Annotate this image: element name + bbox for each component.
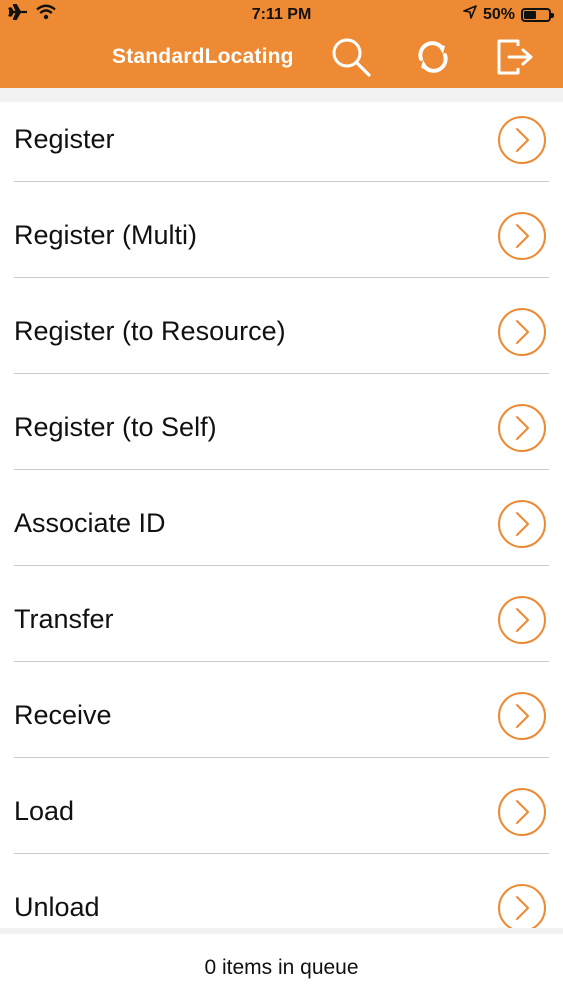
row-divider [14,277,549,278]
menu-item-label: Register [14,124,115,154]
status-bar: 7:11 PM 50% [0,0,563,30]
chevron-right-icon[interactable] [497,307,547,357]
header-spacer [0,88,563,102]
menu-item-label: Register (Multi) [14,220,198,250]
app-header: 7:11 PM 50% StandardLocating [0,0,563,88]
menu-item-label: Unload [14,892,100,922]
menu-item[interactable]: Register (to Self) [0,390,563,486]
menu-item-label: Associate ID [14,508,166,538]
menu-item-label: Register (to Resource) [14,316,286,346]
nav-bar: StandardLocating [0,30,563,88]
location-arrow-icon [463,5,477,24]
search-button[interactable] [328,36,374,82]
search-icon [330,36,372,83]
chevron-right-icon[interactable] [497,883,547,928]
menu-item[interactable]: Register (to Resource) [0,294,563,390]
menu-item[interactable]: Register [0,102,563,198]
menu-item[interactable]: Receive [0,678,563,774]
sync-button[interactable] [410,36,456,82]
chevron-right-icon[interactable] [497,787,547,837]
menu-item[interactable]: Load [0,774,563,870]
menu-item[interactable]: Associate ID [0,486,563,582]
app-title: StandardLocating [112,45,294,68]
chevron-right-icon[interactable] [497,211,547,261]
battery-icon [521,7,554,22]
row-divider [14,373,549,374]
logout-button[interactable] [492,36,538,82]
row-divider [14,565,549,566]
menu-item[interactable]: Unload [0,870,563,928]
row-divider [14,661,549,662]
menu-item[interactable]: Register (Multi) [0,198,563,294]
menu-item[interactable]: Transfer [0,582,563,678]
queue-status: 0 items in queue [204,956,359,979]
menu-item-label: Load [14,796,75,826]
battery-percent: 50% [482,5,515,23]
row-divider [14,757,549,758]
menu-item-label: Transfer [14,604,114,634]
row-divider [14,853,549,854]
chevron-right-icon[interactable] [497,499,547,549]
chevron-right-icon[interactable] [497,691,547,741]
chevron-right-icon[interactable] [497,115,547,165]
sync-icon [413,37,453,82]
queue-footer: 0 items in queue [0,928,563,1000]
status-right: 50% [463,5,554,24]
chevron-right-icon[interactable] [497,595,547,645]
row-divider [14,181,549,182]
logout-icon [494,36,536,83]
menu-item-label: Receive [14,700,112,730]
row-divider [14,469,549,470]
menu-item-label: Register (to Self) [14,412,217,442]
menu-list: Register Register (Multi) Register (to Res… [0,102,563,928]
battery-fill [524,10,536,19]
chevron-right-icon[interactable] [497,403,547,453]
